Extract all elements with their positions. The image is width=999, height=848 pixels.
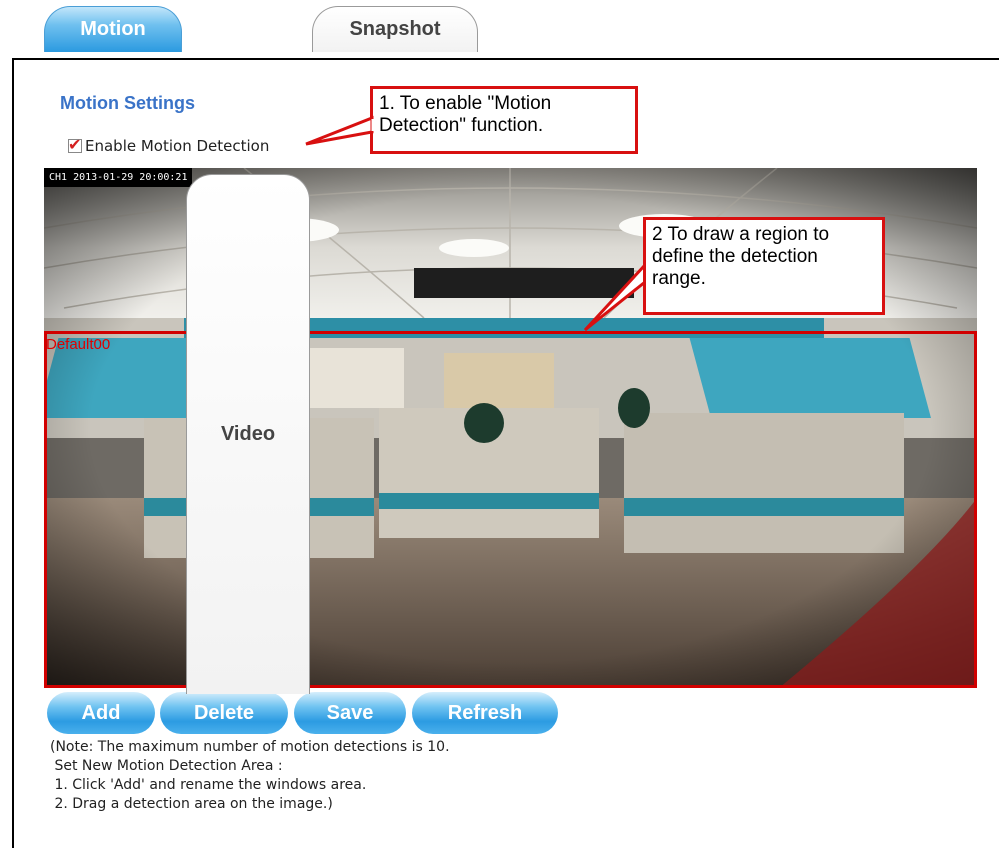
tab-bar: Snapshot Video Motion — [40, 6, 500, 694]
tab-motion[interactable]: Motion — [44, 6, 182, 52]
detection-region-label: Default00 — [46, 336, 111, 353]
add-button[interactable]: Add — [47, 692, 155, 734]
note-line: Set New Motion Detection Area : — [50, 758, 283, 774]
save-button[interactable]: Save — [294, 692, 406, 734]
enable-motion-label: Enable Motion Detection — [85, 137, 270, 155]
page-title: Motion Settings — [60, 93, 195, 113]
enable-motion-detection[interactable]: Enable Motion Detection — [68, 135, 270, 155]
motion-detection-notes: (Note: The maximum number of motion dete… — [50, 738, 450, 814]
refresh-button[interactable]: Refresh — [412, 692, 558, 734]
note-line: 1. Click 'Add' and rename the windows ar… — [50, 777, 367, 793]
tab-video[interactable]: Video — [186, 174, 310, 694]
callout-draw-region: 2 To draw a region to define the detecti… — [643, 217, 885, 315]
enable-motion-checkbox[interactable] — [68, 135, 82, 154]
delete-button[interactable]: Delete — [160, 692, 288, 734]
video-timestamp-overlay: CH1 2013-01-29 20:00:21 — [44, 168, 193, 187]
detection-region-default00[interactable] — [44, 331, 977, 688]
callout-enable-motion: 1. To enable "Motion Detection" function… — [370, 86, 638, 154]
note-line: 2. Drag a detection area on the image.) — [50, 796, 333, 812]
note-line: (Note: The maximum number of motion dete… — [50, 739, 450, 755]
tab-snapshot[interactable]: Snapshot — [312, 6, 478, 52]
